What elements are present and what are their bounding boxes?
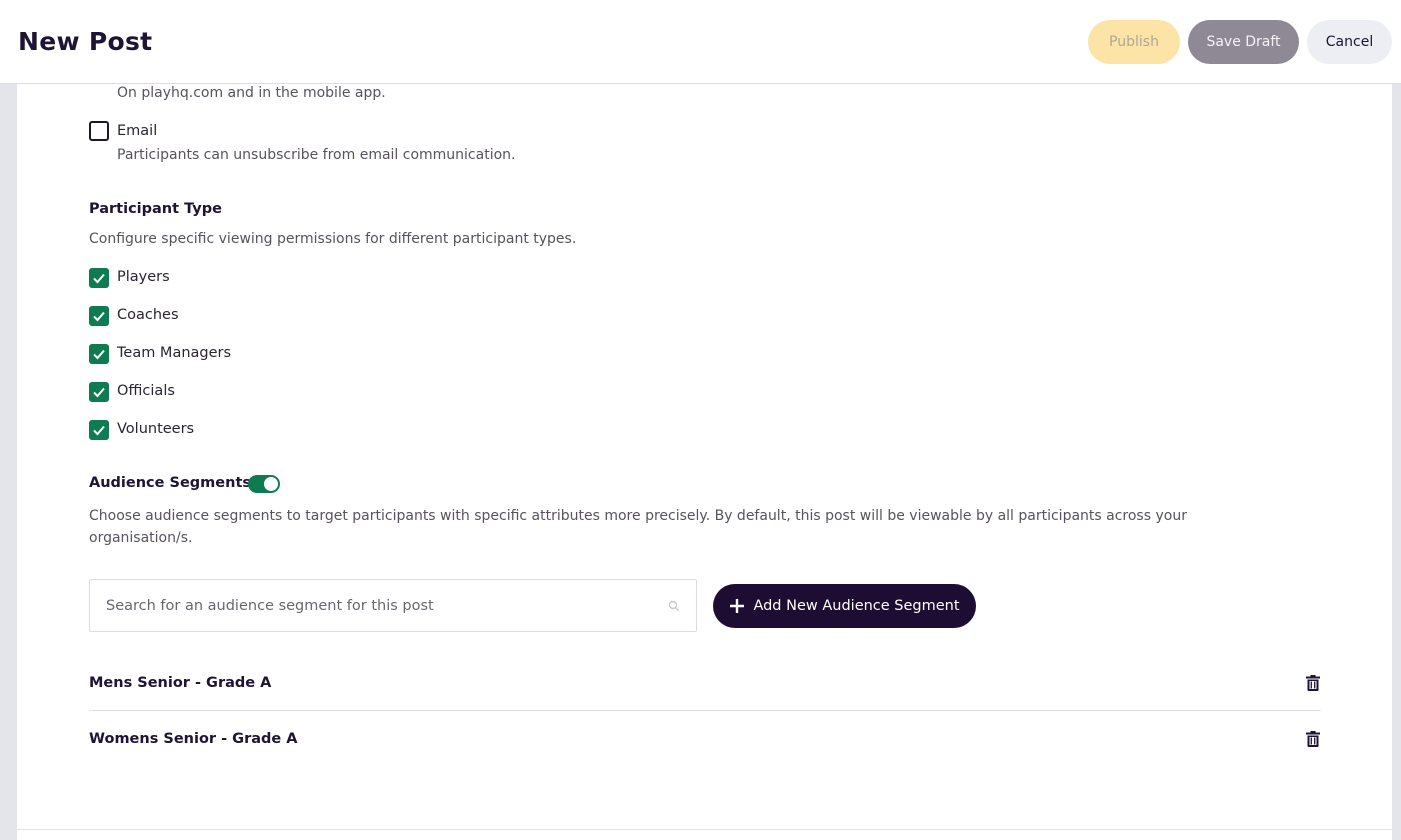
participant-type-description: Configure specific viewing permissions f… — [89, 231, 577, 247]
delete-segment-button[interactable] — [1305, 674, 1321, 692]
audience-segments-heading: Audience Segments — [89, 475, 252, 491]
add-audience-segment-label: Add New Audience Segment — [753, 598, 960, 614]
segment-search-box — [89, 579, 697, 632]
toggle-knob — [264, 477, 278, 491]
delete-segment-button[interactable] — [1305, 730, 1321, 748]
segment-name: Womens Senior - Grade A — [89, 730, 298, 747]
check-icon — [93, 273, 105, 284]
segment-name: Mens Senior - Grade A — [89, 675, 272, 691]
check-icon — [93, 311, 105, 322]
segment-row: Mens Senior - Grade A — [89, 656, 1321, 711]
page-title: New Post — [18, 27, 153, 56]
team-managers-checkbox[interactable] — [89, 344, 109, 364]
coaches-label: Coaches — [117, 307, 179, 323]
header-actions: Publish Save Draft Cancel — [1088, 19, 1392, 64]
officials-checkbox[interactable] — [89, 382, 109, 402]
check-icon — [93, 425, 105, 436]
card-footer — [17, 829, 1392, 840]
cancel-button[interactable]: Cancel — [1307, 19, 1392, 64]
team-managers-label: Team Managers — [117, 345, 232, 361]
check-icon — [93, 349, 105, 360]
segment-row: Womens Senior - Grade A — [89, 711, 1321, 766]
audience-segments-description: Choose audience segments to target parti… — [89, 508, 1187, 546]
email-checkbox[interactable] — [89, 121, 109, 141]
players-checkbox[interactable] — [89, 268, 109, 288]
volunteers-label: Volunteers — [117, 421, 195, 437]
players-label: Players — [117, 269, 170, 285]
trash-icon — [1306, 675, 1320, 691]
add-audience-segment-button[interactable]: Add New Audience Segment — [713, 584, 976, 628]
officials-label: Officials — [117, 383, 175, 399]
web-channel-description: On playhq.com and in the mobile app. — [117, 85, 386, 101]
volunteers-checkbox[interactable] — [89, 420, 109, 440]
segment-search-input[interactable] — [106, 580, 646, 631]
trash-icon — [1306, 730, 1320, 747]
plus-icon — [730, 599, 745, 613]
email-label: Email — [117, 123, 158, 139]
check-icon — [93, 387, 105, 398]
audience-segments-toggle[interactable] — [248, 475, 280, 493]
top-bar: New Post Publish Save Draft Cancel — [0, 0, 1401, 84]
coaches-checkbox[interactable] — [89, 306, 109, 326]
publish-button[interactable]: Publish — [1088, 19, 1180, 64]
search-icon — [668, 600, 679, 611]
participant-type-heading: Participant Type — [89, 201, 222, 217]
email-description: Participants can unsubscribe from email … — [117, 147, 516, 163]
save-draft-button[interactable]: Save Draft — [1188, 19, 1299, 64]
